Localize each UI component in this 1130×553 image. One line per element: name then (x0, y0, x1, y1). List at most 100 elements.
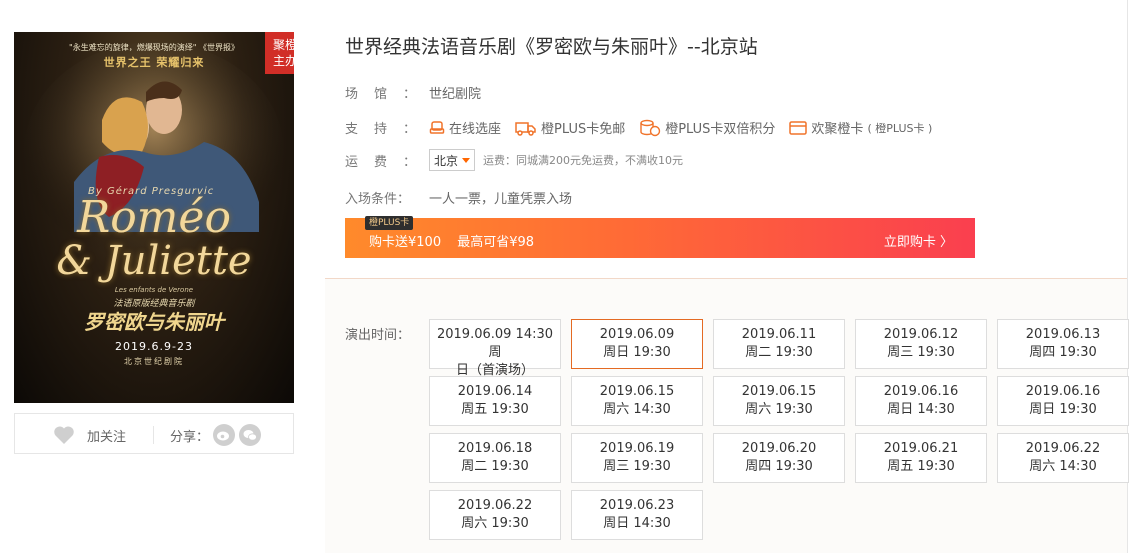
chevron-down-icon (462, 157, 471, 163)
poster-small-line: Les enfants de Verone (114, 286, 194, 294)
showtime-date: 2019.06.23 (599, 498, 675, 513)
showtime-option[interactable]: 2019.06.19 周三 19:30 (571, 433, 703, 483)
poster-title-juliette: & Juliette (56, 238, 252, 284)
showtime-option[interactable]: 2019.06.09 周日 19:30 (571, 319, 703, 369)
showtime-option[interactable]: 2019.06.20 周四 19:30 (713, 433, 845, 483)
showtime-day-time: 周日 14:30 (887, 402, 955, 417)
showtime-date: 2019.06.15 (741, 384, 817, 399)
city-select[interactable]: 北京 (429, 149, 476, 171)
share-group: 分享： (170, 424, 262, 446)
support-item-points: 橙PLUS卡双倍积分 (639, 118, 775, 137)
support-item-card: 欢聚橙卡 ( 橙PLUS卡 ) (789, 118, 932, 137)
showtime-option[interactable]: 2019.06.13 周四 19:30 (997, 319, 1129, 369)
poster-cn-title: 罗密欧与朱丽叶 (84, 310, 224, 334)
showtime-option[interactable]: 2019.06.23 周日 14:30 (571, 490, 703, 540)
showtime-date: 2019.06.22 (457, 498, 533, 513)
promo-offer: 购卡送¥100 (369, 235, 442, 250)
showtime-option[interactable]: 2019.06.22 周六 19:30 (429, 490, 561, 540)
showtime-date: 2019.06.22 (1025, 441, 1101, 456)
showtime-option[interactable]: 2019.06.15 周六 19:30 (713, 376, 845, 426)
plus-card-badge: 橙PLUS卡 (365, 216, 414, 230)
support-item-label: 在线选座 (449, 122, 502, 137)
showtime-option[interactable]: 2019.06.12 周三 19:30 (855, 319, 987, 369)
venue-row: 场馆： 世纪剧院 (345, 83, 481, 102)
showtime-option[interactable]: 2019.06.16 周日 19:30 (997, 376, 1129, 426)
showtime-day-time: 周五 19:30 (461, 402, 529, 417)
page: 聚橙 主办 "永生难忘的旋律，燃爆现场的演绎" 《世界报》 世界之王 荣耀归来 … (0, 0, 1130, 553)
showtime-option[interactable]: 2019.06.14 周五 19:30 (429, 376, 561, 426)
poster-venue: 北京世纪剧院 (124, 357, 184, 366)
poster-image: 聚橙 主办 "永生难忘的旋律，燃爆现场的演绎" 《世界报》 世界之王 荣耀归来 … (14, 32, 294, 403)
support-row: 支持： 在线选座 橙PLUS卡免邮 橙PLUS卡双倍积分 欢聚橙卡 (橙PLU… (345, 118, 946, 137)
showtime-date: 2019.06.12 (883, 327, 959, 342)
showtime-date: 2019.06.13 (1025, 327, 1101, 342)
event-title: 世界经典法语音乐剧《罗密欧与朱丽叶》--北京站 (345, 36, 758, 58)
entry-row: 入场条件： 一人一票，儿童凭票入场 (345, 188, 572, 207)
support-item-seat: 在线选座 (429, 118, 501, 137)
showtime-day-time: 周三 19:30 (603, 459, 671, 474)
share-label: 分享： (170, 429, 210, 445)
poster-slogan: 世界之王 荣耀归来 (103, 56, 205, 69)
support-item-label: 橙PLUS卡双倍积分 (665, 122, 776, 137)
showtime-option[interactable]: 2019.06.21 周五 19:30 (855, 433, 987, 483)
heart-icon (54, 426, 74, 444)
buy-card-link[interactable]: 立即购卡 〉 (884, 231, 953, 250)
support-item-freeship: 橙PLUS卡免邮 (515, 118, 625, 137)
coins-icon (640, 119, 661, 136)
truck-icon (515, 121, 536, 136)
showtime-day-time: 周日 14:30 (603, 516, 671, 531)
showtime-option[interactable]: 2019.06.18 周二 19:30 (429, 433, 561, 483)
poster-title-romeo: Roméo (77, 192, 231, 243)
seat-icon (429, 120, 445, 134)
support-item-label: 橙PLUS卡免邮 (541, 122, 626, 137)
follow-share-bar: 加关注 分享： (14, 413, 294, 454)
follow-button[interactable]: 加关注 (53, 425, 126, 445)
showtime-date: 2019.06.21 (883, 441, 959, 456)
plus-card-promo-banner[interactable]: 橙PLUS卡 购卡送¥100 最高可省¥98 立即购卡 〉 (345, 216, 975, 258)
support-item-label: 欢聚橙卡 (811, 122, 864, 137)
card-icon (789, 120, 808, 135)
follow-label: 加关注 (87, 429, 127, 445)
showtime-date: 2019.06.16 (883, 384, 959, 399)
schedule-label: 演出时间： (345, 328, 411, 343)
showtime-date: 2019.06.19 (599, 441, 675, 456)
support-label: 支持： (345, 122, 433, 137)
city-select-value: 北京 (434, 153, 459, 168)
showtime-day-time: 周二 19:30 (461, 459, 529, 474)
poster-dates: 2019.6.9-23 (115, 340, 193, 353)
showtime-day-time: 周三 19:30 (887, 345, 955, 360)
showtime-day-time: 周四 19:30 (745, 459, 813, 474)
showtime-option[interactable]: 2019.06.15 周六 14:30 (571, 376, 703, 426)
showtime-option[interactable]: 2019.06.09 14:30 周日（首演场） (429, 319, 561, 378)
showtime-option[interactable]: 2019.06.22 周六 14:30 (997, 433, 1129, 483)
support-item-note: ( 橙PLUS卡 ) (867, 121, 933, 135)
showtime-day-time: 周日 19:30 (603, 345, 671, 360)
showtime-date: 2019.06.16 (1025, 384, 1101, 399)
showtime-date: 2019.06.09 14:30 周 (436, 327, 554, 360)
showtime-day-time: 周五 19:30 (887, 459, 955, 474)
divider (153, 426, 154, 444)
showtime-date: 2019.06.11 (741, 327, 817, 342)
showtime-day-time: 周日 19:30 (1029, 402, 1097, 417)
wechat-icon[interactable] (239, 424, 262, 446)
venue-label: 场馆： (345, 87, 433, 102)
venue-value: 世纪剧院 (429, 87, 482, 102)
showtime-day-time: 周六 14:30 (1029, 459, 1097, 474)
showtime-date: 2019.06.20 (741, 441, 817, 456)
showtime-option[interactable]: 2019.06.16 周日 14:30 (855, 376, 987, 426)
plus-card-badge-label: 橙PLUS卡 (369, 218, 410, 228)
showtime-date: 2019.06.18 (457, 441, 533, 456)
showtime-date: 2019.06.14 (457, 384, 533, 399)
showtime-date: 2019.06.09 (599, 327, 675, 342)
entry-label: 入场条件： (345, 192, 411, 207)
promo-saving: 最高可省¥98 (457, 235, 535, 250)
showtime-day-time: 周四 19:30 (1029, 345, 1097, 360)
shipping-note: 运费：同城满200元免运费，不满收10元 (483, 154, 684, 167)
showtime-option[interactable]: 2019.06.11 周二 19:30 (713, 319, 845, 369)
showtime-day-time: 周六 14:30 (603, 402, 671, 417)
weibo-icon[interactable] (213, 424, 236, 446)
showtime-date: 2019.06.15 (599, 384, 675, 399)
showtime-day-time: 周二 19:30 (745, 345, 813, 360)
entry-value: 一人一票，儿童凭票入场 (429, 192, 573, 207)
shipping-row: 运费： 北京 运费：同城满200元免运费，不满收10元 (345, 149, 683, 171)
